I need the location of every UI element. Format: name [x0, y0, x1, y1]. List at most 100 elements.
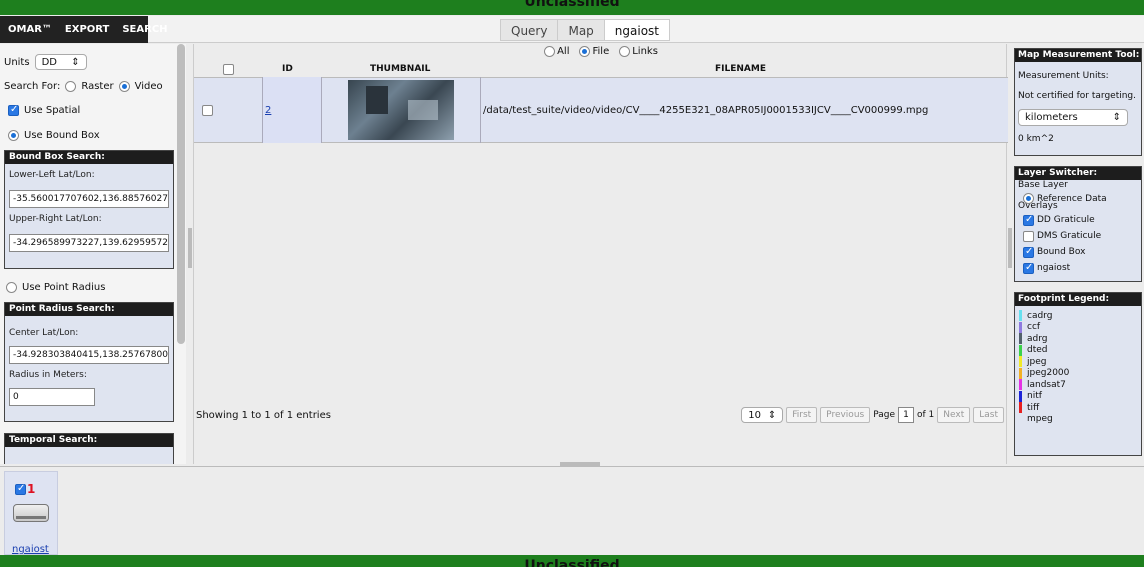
legend-swatch [1019, 344, 1022, 356]
center-label: Center Lat/Lon: [9, 328, 79, 338]
layer-tray: 1 ngaiost [0, 466, 1144, 555]
map-tools-panel: Map Measurement Tool: Measurement Units:… [1012, 44, 1144, 464]
left-scrollbar[interactable] [177, 44, 185, 344]
lower-left-label: Lower-Left Lat/Lon: [9, 170, 95, 180]
col-thumbnail[interactable]: THUMBNAIL [322, 64, 481, 74]
raster-radio[interactable] [65, 81, 77, 92]
header: OMAR™ EXPORT SEARCH Query Map ngaiost [0, 16, 1144, 43]
tab-map[interactable]: Map [557, 19, 604, 41]
legend-item: mpeg [1015, 413, 1141, 426]
legend-swatch [1019, 413, 1022, 425]
layer-tile[interactable]: 1 ngaiost [4, 471, 58, 555]
updown-icon: ⇕ [71, 56, 80, 68]
units-value: DD [41, 56, 57, 68]
units-label: Units [4, 56, 30, 68]
layer-switcher-panel: Layer Switcher: Base Layer Reference Dat… [1014, 166, 1142, 282]
legend-item: nitf [1015, 390, 1141, 403]
legend-label: jpeg2000 [1027, 368, 1070, 379]
center-input[interactable]: -34.928303840415,138.25767800 [9, 346, 169, 364]
legend-label: mpeg [1027, 414, 1053, 425]
updown-icon: ⇕ [767, 409, 777, 421]
legend-label: dted [1027, 345, 1048, 356]
ngaiost-checkbox[interactable] [1023, 262, 1034, 274]
legend-swatch [1019, 310, 1022, 322]
legend-swatch [1019, 402, 1022, 414]
classification-banner-bottom: Unclassified [0, 555, 1144, 567]
legend-item: jpeg [1015, 356, 1141, 368]
nav-bar: OMAR™ EXPORT SEARCH [0, 16, 168, 43]
view-links-radio[interactable] [619, 46, 631, 57]
measurement-title: Map Measurement Tool: [1015, 49, 1141, 62]
measurement-unit-select[interactable]: kilometers ⇕ [1018, 109, 1128, 126]
brand-link[interactable]: OMAR™ [8, 24, 52, 35]
col-id[interactable]: ID [262, 64, 322, 74]
use-bound-box-label: Use Bound Box [24, 130, 100, 141]
dd-graticule-label: DD Graticule [1037, 215, 1095, 225]
radius-input[interactable]: 0 [9, 388, 95, 406]
use-bound-box-radio[interactable] [8, 130, 19, 141]
results-panel: All File Links ID THUMBNAIL FILENAME 2 /… [193, 44, 1008, 464]
updown-icon: ⇕ [1112, 112, 1121, 123]
point-radius-search-panel: Point Radius Search: Center Lat/Lon: -34… [4, 302, 174, 422]
layer-visible-checkbox[interactable] [15, 483, 26, 495]
view-file-radio[interactable] [579, 46, 591, 57]
view-links-label: Links [632, 46, 658, 57]
legend-swatch [1019, 321, 1022, 333]
row-filename: /data/test_suite/video/video/CV____4255E… [483, 104, 929, 116]
legend-swatch [1019, 367, 1022, 379]
last-button[interactable]: Last [973, 407, 1004, 423]
video-thumbnail[interactable] [348, 80, 454, 140]
left-resize-handle[interactable] [188, 228, 192, 268]
legend-swatch [1019, 333, 1022, 345]
measurement-result: 0 km^2 [1018, 134, 1054, 144]
tab-ngaiost[interactable]: ngaiost [603, 19, 671, 41]
page-label: Page [873, 410, 896, 420]
search-panel: Units DD ⇕ Search For: Raster Video Use … [0, 44, 186, 464]
bound-box-title: Bound Box Search: [5, 151, 173, 164]
temporal-search-panel: Temporal Search: [4, 433, 174, 464]
measurement-unit-value: kilometers [1025, 112, 1078, 123]
layer-name-link[interactable]: ngaiost [12, 544, 49, 555]
measurement-tool-panel: Map Measurement Tool: Measurement Units:… [1014, 48, 1142, 156]
legend-label: landsat7 [1027, 379, 1066, 390]
point-radius-title: Point Radius Search: [5, 303, 173, 316]
page-input[interactable]: 1 [898, 407, 915, 423]
ngaiost-label: ngaiost [1037, 263, 1071, 273]
previous-button[interactable]: Previous [820, 407, 871, 423]
col-filename[interactable]: FILENAME [481, 64, 1008, 74]
footprint-legend-title: Footprint Legend: [1015, 293, 1141, 306]
legend-swatch [1019, 390, 1022, 402]
video-radio[interactable] [118, 81, 130, 92]
row-id-link[interactable]: 2 [262, 77, 322, 143]
units-select[interactable]: DD ⇕ [34, 54, 87, 70]
temporal-title: Temporal Search: [5, 434, 173, 447]
table-row[interactable]: 2 /data/test_suite/video/video/CV____425… [194, 77, 1008, 143]
reference-data-radio[interactable] [1023, 193, 1034, 204]
next-button[interactable]: Next [937, 407, 971, 423]
upper-right-input[interactable]: -34.296589973227,139.62959572 [9, 234, 169, 252]
tab-query[interactable]: Query [500, 19, 558, 41]
use-spatial-checkbox[interactable] [8, 104, 19, 116]
use-spatial-label: Use Spatial [24, 105, 81, 116]
page-size-value: 10 [748, 409, 761, 421]
use-point-radius-radio[interactable] [6, 282, 17, 293]
bound-box-checkbox[interactable] [1023, 246, 1034, 258]
layer-switcher-title: Layer Switcher: [1015, 167, 1141, 180]
dms-graticule-checkbox[interactable] [1023, 230, 1034, 242]
table-header: ID THUMBNAIL FILENAME [194, 61, 1008, 77]
select-all-checkbox[interactable] [222, 63, 234, 75]
export-menu[interactable]: EXPORT [65, 24, 109, 35]
row-checkbox[interactable] [202, 104, 213, 116]
page-size-select[interactable]: 10 ⇕ [741, 407, 784, 423]
lower-left-input[interactable]: -35.560017707602,136.88576027 [9, 190, 169, 208]
dd-graticule-checkbox[interactable] [1023, 214, 1034, 226]
view-all-label: All [557, 46, 570, 57]
search-menu[interactable]: SEARCH [122, 24, 167, 35]
view-all-radio[interactable] [544, 46, 556, 57]
view-mode-radios: All File Links [194, 46, 1008, 57]
first-button[interactable]: First [786, 407, 818, 423]
footprint-legend-panel: Footprint Legend: cadrg ccf adrg dted jp… [1014, 292, 1142, 456]
legend-swatch [1019, 379, 1022, 391]
targeting-note: Not certified for targeting. [1018, 91, 1137, 101]
radius-label: Radius in Meters: [9, 370, 87, 380]
